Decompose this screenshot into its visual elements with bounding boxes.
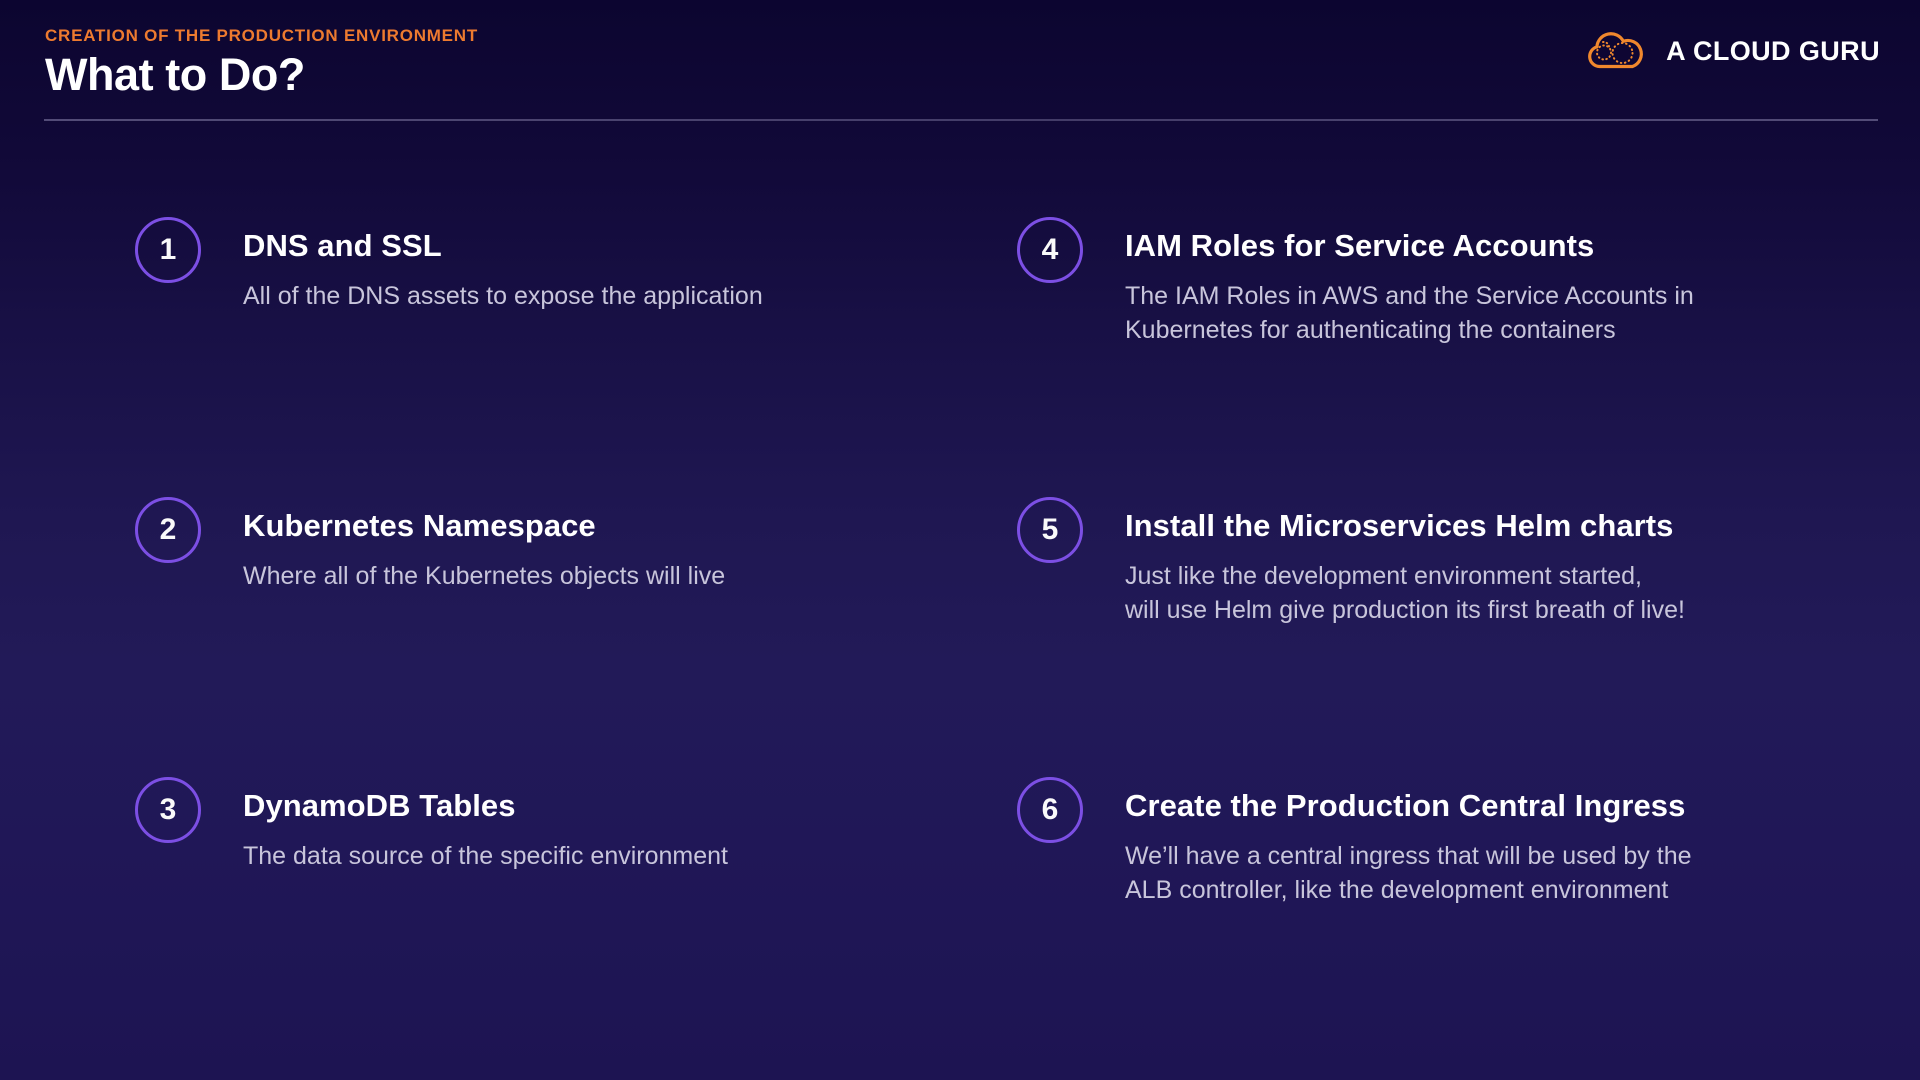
step-item-6: 6 Create the Production Central Ingress … — [1017, 777, 1694, 907]
logo-text: A CLOUD GURU — [1666, 36, 1880, 67]
step-text: IAM Roles for Service Accounts The IAM R… — [1125, 217, 1694, 347]
step-title: IAM Roles for Service Accounts — [1125, 228, 1694, 264]
step-number: 2 — [160, 513, 177, 547]
step-item-5: 5 Install the Microservices Helm charts … — [1017, 497, 1694, 627]
step-item-3: 3 DynamoDB Tables The data source of the… — [135, 777, 1017, 873]
step-number-badge: 5 — [1017, 497, 1083, 563]
step-text: DNS and SSL All of the DNS assets to exp… — [243, 217, 763, 313]
step-description: We’ll have a central ingress that will b… — [1125, 839, 1692, 907]
steps-grid: 1 DNS and SSL All of the DNS assets to e… — [135, 217, 1694, 1057]
step-title: Create the Production Central Ingress — [1125, 788, 1692, 824]
step-number-badge: 1 — [135, 217, 201, 283]
step-description: Where all of the Kubernetes objects will… — [243, 559, 725, 593]
step-number-badge: 6 — [1017, 777, 1083, 843]
step-number-badge: 4 — [1017, 217, 1083, 283]
step-number-badge: 2 — [135, 497, 201, 563]
step-description: Just like the development environment st… — [1125, 559, 1685, 627]
cloud-icon — [1583, 28, 1649, 74]
step-text: Install the Microservices Helm charts Ju… — [1125, 497, 1685, 627]
step-item-4: 4 IAM Roles for Service Accounts The IAM… — [1017, 217, 1694, 347]
step-title: DNS and SSL — [243, 228, 763, 264]
step-item-2: 2 Kubernetes Namespace Where all of the … — [135, 497, 1017, 593]
step-title: Install the Microservices Helm charts — [1125, 508, 1685, 544]
step-description: All of the DNS assets to expose the appl… — [243, 279, 763, 313]
step-number: 6 — [1042, 793, 1059, 827]
step-title: Kubernetes Namespace — [243, 508, 725, 544]
acg-logo: A CLOUD GURU — [1583, 28, 1880, 74]
step-text: Kubernetes Namespace Where all of the Ku… — [243, 497, 725, 593]
step-text: DynamoDB Tables The data source of the s… — [243, 777, 728, 873]
header-divider — [44, 119, 1878, 121]
step-text: Create the Production Central Ingress We… — [1125, 777, 1692, 907]
step-description: The IAM Roles in AWS and the Service Acc… — [1125, 279, 1694, 347]
step-item-1: 1 DNS and SSL All of the DNS assets to e… — [135, 217, 1017, 313]
step-number: 3 — [160, 793, 177, 827]
slide: CREATION OF THE PRODUCTION ENVIRONMENT W… — [0, 0, 1920, 1080]
step-number: 5 — [1042, 513, 1059, 547]
step-number: 4 — [1042, 233, 1059, 267]
step-description: The data source of the specific environm… — [243, 839, 728, 873]
step-number-badge: 3 — [135, 777, 201, 843]
step-title: DynamoDB Tables — [243, 788, 728, 824]
step-number: 1 — [160, 233, 177, 267]
